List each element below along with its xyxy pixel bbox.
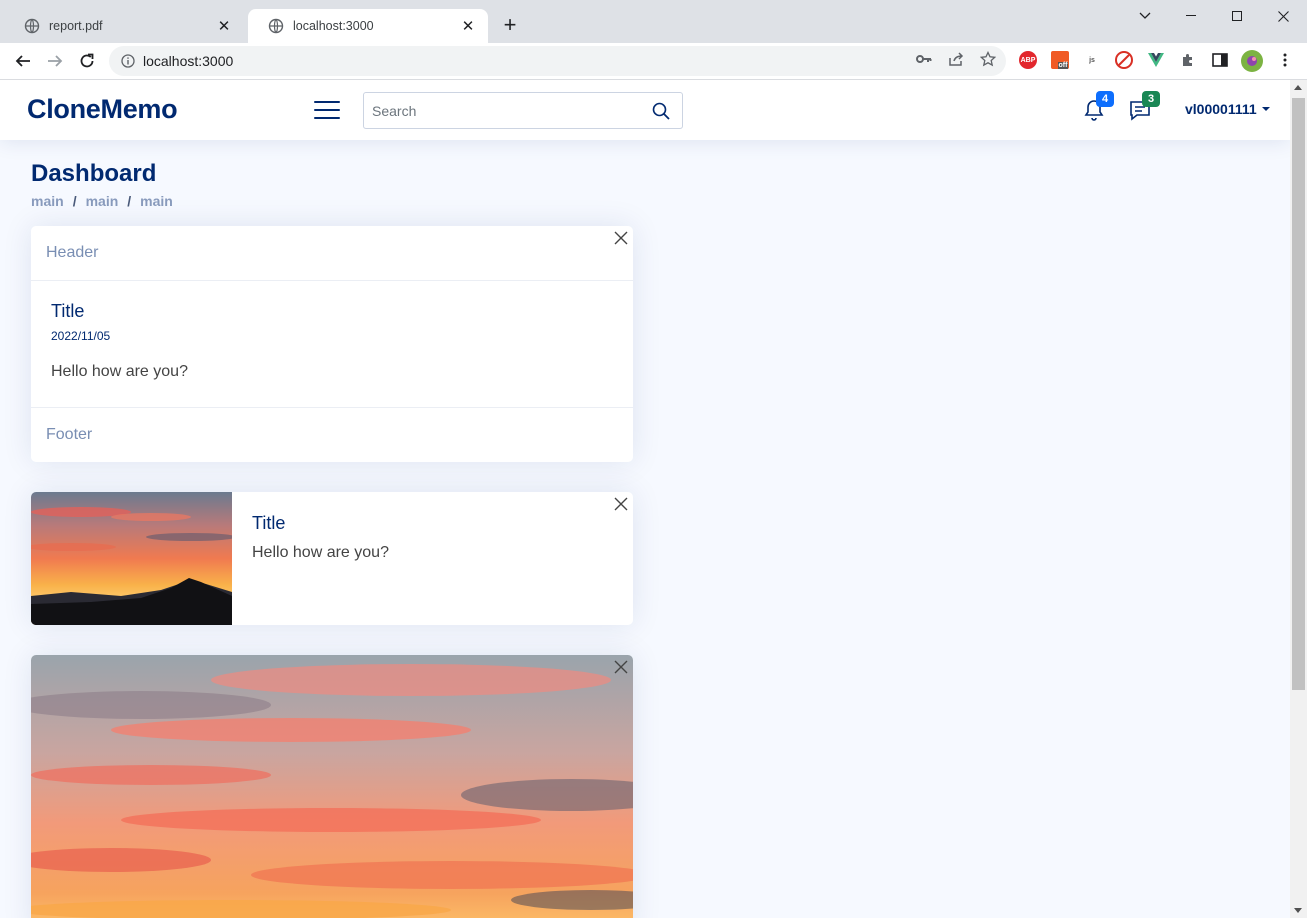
url-text: localhost:3000 (143, 53, 234, 69)
breadcrumb-separator: / (127, 193, 132, 209)
card-body: Title 2022/11/05 Hello how are you? (31, 281, 633, 408)
notifications-count-badge: 4 (1096, 91, 1114, 107)
user-profile-dropdown[interactable]: vl00001111 (1185, 101, 1270, 117)
back-arrow-icon[interactable] (11, 49, 35, 73)
reload-icon[interactable] (75, 49, 99, 73)
search-bar (363, 92, 683, 129)
card-date: 2022/11/05 (51, 329, 111, 343)
close-icon[interactable] (613, 496, 629, 512)
card-text: Hello how are you? (252, 544, 389, 561)
extension-label: off (1057, 61, 1069, 69)
close-icon[interactable] (613, 230, 629, 246)
puzzle-extensions-icon[interactable] (1179, 51, 1197, 69)
card-text: Hello how are you? (51, 363, 188, 380)
tab-title: report.pdf (49, 19, 103, 33)
page-title: Dashboard (31, 160, 157, 187)
memo-card: Header Title 2022/11/05 Hello how are yo… (31, 226, 633, 462)
globe-icon (24, 18, 40, 34)
profile-avatar[interactable] (1241, 50, 1263, 72)
breadcrumb-separator: / (72, 193, 77, 209)
caret-down-icon (1261, 107, 1270, 111)
scroll-up-icon[interactable] (1294, 85, 1302, 90)
sunset-mountain-image (31, 492, 232, 625)
blocker-extension-icon[interactable] (1115, 51, 1133, 69)
tab-localhost[interactable]: localhost:3000 ✕ (248, 9, 488, 43)
breadcrumb: main / main / main (31, 193, 173, 209)
card-footer: Footer (46, 426, 93, 443)
scroll-down-icon[interactable] (1294, 908, 1302, 913)
globe-icon (268, 18, 284, 34)
close-tab-icon[interactable]: ✕ (460, 18, 476, 35)
js-extension-icon[interactable]: js (1083, 51, 1101, 69)
side-panel-icon[interactable] (1211, 51, 1229, 69)
share-icon[interactable] (947, 50, 965, 68)
off-extension-icon[interactable]: off (1051, 51, 1069, 69)
notifications-bell-icon[interactable]: 4 (1082, 91, 1114, 122)
menu-toggle-icon[interactable] (314, 98, 340, 122)
tab-title: localhost:3000 (293, 19, 374, 33)
breadcrumb-item[interactable]: main (140, 193, 173, 209)
vue-extension-icon[interactable] (1147, 51, 1165, 69)
messages-chat-icon[interactable]: 3 (1128, 91, 1160, 122)
new-tab-button[interactable]: + (498, 14, 522, 38)
search-icon[interactable] (652, 102, 670, 120)
minimize-icon[interactable] (1168, 0, 1214, 32)
messages-count-badge: 3 (1142, 91, 1160, 107)
info-icon[interactable] (121, 54, 135, 68)
brand-logo[interactable]: CloneMemo (27, 94, 178, 125)
breadcrumb-item[interactable]: main (86, 193, 119, 209)
card-title: Title (252, 513, 286, 533)
close-tab-icon[interactable]: ✕ (216, 18, 232, 35)
maximize-icon[interactable] (1214, 0, 1260, 32)
scrollbar-thumb[interactable] (1292, 98, 1305, 690)
image-card (31, 655, 633, 918)
key-icon[interactable] (915, 50, 933, 68)
card-title: Title (51, 301, 85, 321)
tab-search-icon[interactable] (1122, 0, 1168, 32)
tab-report-pdf[interactable]: report.pdf ✕ (4, 9, 244, 43)
memo-card-with-image: Title Hello how are you? (31, 492, 633, 625)
bookmark-star-icon[interactable] (979, 50, 997, 68)
search-input[interactable] (364, 102, 634, 119)
forward-arrow-icon[interactable] (43, 49, 67, 73)
adblock-extension-icon[interactable]: ABP (1019, 51, 1037, 69)
close-icon[interactable] (613, 659, 629, 675)
address-bar[interactable]: localhost:3000 (109, 46, 1006, 76)
breadcrumb-item[interactable]: main (31, 193, 64, 209)
page-viewport: CloneMemo 4 3 vl00001111 Dashboard main … (0, 80, 1290, 918)
browser-toolbar: localhost:3000 ABP off js (0, 43, 1307, 80)
username: vl00001111 (1185, 101, 1257, 117)
app-header: CloneMemo 4 3 vl00001111 (0, 80, 1290, 140)
card-header: Header (31, 226, 633, 281)
page-title-section: Dashboard main / main / main (31, 160, 173, 209)
chrome-menu-icon[interactable] (1276, 51, 1294, 69)
sunset-sky-image (31, 655, 633, 918)
close-window-icon[interactable] (1260, 0, 1306, 32)
browser-tabstrip: report.pdf ✕ localhost:3000 ✕ + (0, 0, 1307, 43)
page-scrollbar[interactable] (1290, 80, 1307, 918)
